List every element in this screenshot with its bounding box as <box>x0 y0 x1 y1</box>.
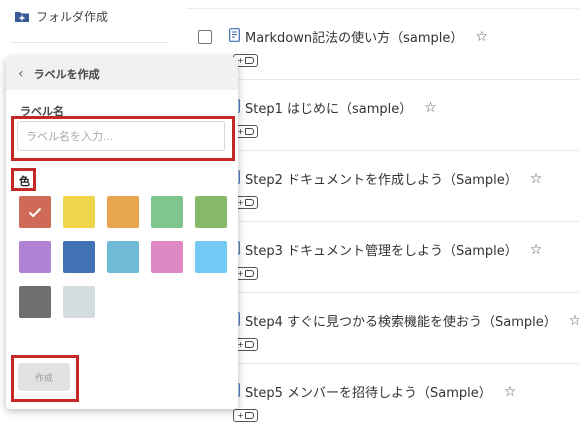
document-row[interactable]: Markdown記法の使い方（sample） ☆ + <box>187 8 579 79</box>
color-swatch[interactable] <box>63 286 95 318</box>
color-swatch[interactable] <box>63 196 95 228</box>
document-title[interactable]: Step5 メンバーを招待しよう（Sample） ☆ <box>245 382 517 402</box>
color-heading: 色 <box>19 175 30 188</box>
star-icon[interactable]: ☆ <box>475 30 488 44</box>
tag-icon <box>244 341 254 348</box>
document-row[interactable]: Step1 はじめに（sample） ☆ + <box>187 79 579 150</box>
star-icon[interactable]: ☆ <box>530 172 543 186</box>
color-swatch[interactable] <box>151 241 183 273</box>
tag-icon <box>244 199 254 206</box>
create-label-popup: ‹ ラベルを作成 ラベル名 色 作成 <box>6 57 238 409</box>
document-title[interactable]: Markdown記法の使い方（sample） ☆ <box>245 27 488 47</box>
row-checkbox[interactable] <box>198 30 212 44</box>
folder-create-label: フォルダ作成 <box>36 9 109 24</box>
color-swatch[interactable] <box>63 241 95 273</box>
tag-icon <box>244 412 254 419</box>
color-swatch[interactable] <box>19 196 51 228</box>
popup-header: ‹ ラベルを作成 <box>6 57 238 90</box>
checkmark-icon <box>28 207 42 217</box>
document-title[interactable]: Step1 はじめに（sample） ☆ <box>245 98 437 118</box>
add-label-tag[interactable]: + <box>233 409 258 422</box>
color-swatch[interactable] <box>107 196 139 228</box>
document-row[interactable]: Step2 ドキュメントを作成しよう（Sample） ☆ + <box>187 150 579 221</box>
document-title[interactable]: Step4 すぐに見つかる検索機能を使おう（Sample） ☆ <box>245 311 579 331</box>
star-icon[interactable]: ☆ <box>504 385 517 399</box>
document-icon <box>229 28 240 42</box>
color-swatch[interactable] <box>107 241 139 273</box>
star-icon[interactable]: ☆ <box>569 314 579 328</box>
folder-create-button[interactable]: フォルダ作成 <box>14 6 108 26</box>
tag-icon <box>244 128 254 135</box>
document-row[interactable]: Step5 メンバーを招待しよう（Sample） ☆ + <box>187 363 579 434</box>
color-swatch[interactable] <box>195 196 227 228</box>
star-icon[interactable]: ☆ <box>530 243 543 257</box>
document-title[interactable]: Step2 ドキュメントを作成しよう（Sample） ☆ <box>245 169 543 189</box>
color-swatch[interactable] <box>151 196 183 228</box>
label-name-heading: ラベル名 <box>20 105 64 118</box>
chevron-left-icon[interactable]: ‹ <box>18 67 24 81</box>
star-icon[interactable]: ☆ <box>424 101 437 115</box>
color-swatch[interactable] <box>19 286 51 318</box>
color-swatch[interactable] <box>19 241 51 273</box>
color-swatch[interactable] <box>195 241 227 273</box>
document-row[interactable]: Step4 すぐに見つかる検索機能を使おう（Sample） ☆ + <box>187 292 579 363</box>
label-name-input[interactable] <box>17 121 225 151</box>
tag-icon <box>244 270 254 277</box>
document-list: Markdown記法の使い方（sample） ☆ + Step1 はじめに（sa… <box>187 0 579 430</box>
document-row[interactable]: Step3 ドキュメント管理をしよう（Sample） ☆ + <box>187 221 579 292</box>
document-title[interactable]: Step3 ドキュメント管理をしよう（Sample） ☆ <box>245 240 543 260</box>
sidebar-divider <box>10 42 168 43</box>
create-button[interactable]: 作成 <box>18 363 70 391</box>
tag-icon <box>244 57 254 64</box>
folder-plus-icon <box>15 11 29 22</box>
popup-title: ラベルを作成 <box>33 67 100 81</box>
